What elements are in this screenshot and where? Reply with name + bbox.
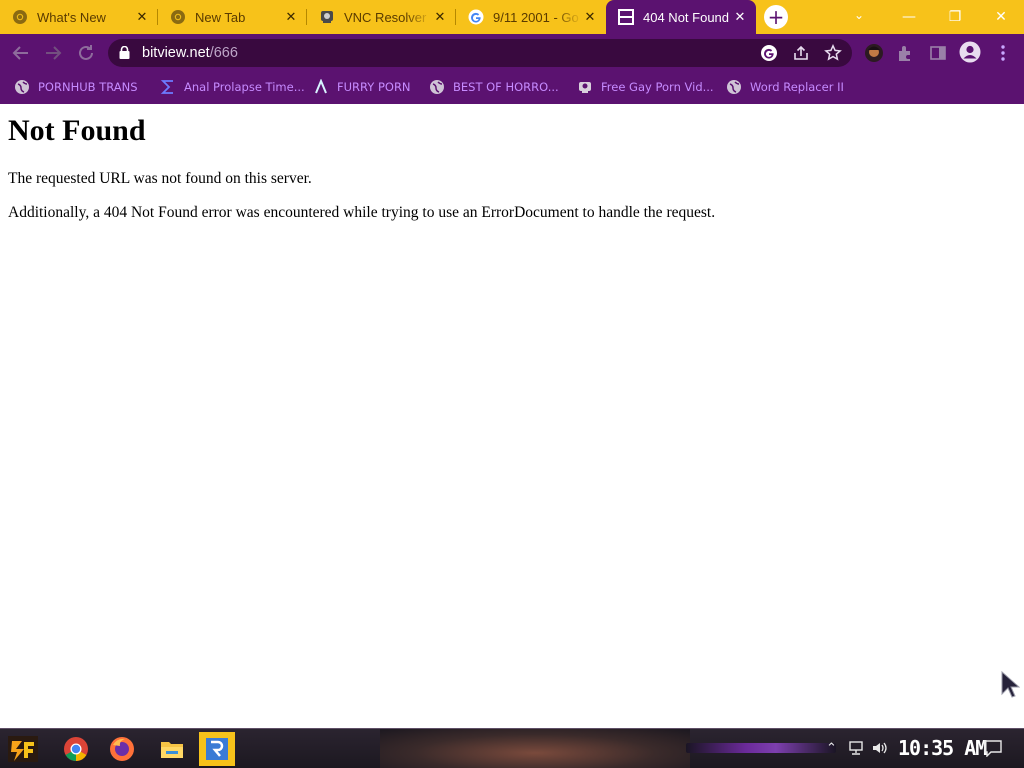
bookmark-item[interactable]: Free Gay Porn Vid... xyxy=(577,77,714,97)
taskbar-clock[interactable]: 10:35 AM xyxy=(898,736,987,760)
network-icon[interactable] xyxy=(848,740,864,756)
taskbar: ⌃ 10:35 AM xyxy=(0,728,1024,768)
bookmark-label: Anal Prolapse Time... xyxy=(184,80,305,94)
tab-whats-new[interactable]: What's New ✕ xyxy=(0,0,158,34)
mouse-cursor-icon xyxy=(1001,670,1020,698)
url-text: bitview.net/666 xyxy=(142,45,238,61)
tab-vnc-resolver[interactable]: VNC Resolver ✕ xyxy=(307,0,456,34)
bookmark-label: BEST OF HORRO... xyxy=(453,80,559,94)
bookmark-item[interactable]: FURRY PORN xyxy=(313,77,411,97)
volume-icon[interactable] xyxy=(871,740,889,756)
reload-icon xyxy=(79,45,93,60)
bookmark-item[interactable]: Anal Prolapse Time... xyxy=(160,77,305,97)
tab-404-not-found[interactable]: 404 Not Found ✕ xyxy=(606,0,756,34)
page-content: Not Found The requested URL was not foun… xyxy=(0,104,1024,728)
chrome-icon xyxy=(64,737,88,761)
lambda-icon xyxy=(315,79,327,94)
share-icon[interactable] xyxy=(792,44,810,62)
bookmark-label: FURRY PORN xyxy=(337,80,411,94)
close-icon[interactable]: ✕ xyxy=(582,9,598,25)
tab-search-button[interactable]: ⌄ xyxy=(854,8,864,22)
tab-title: New Tab xyxy=(195,9,246,25)
menu-kebab-icon[interactable] xyxy=(993,43,1013,63)
taskbar-accent-bar xyxy=(686,743,836,753)
close-icon[interactable]: ✕ xyxy=(283,9,299,25)
firefox-icon xyxy=(110,737,134,761)
globe-icon xyxy=(727,80,741,94)
tab-title: VNC Resolver xyxy=(344,9,427,25)
error-message: The requested URL was not found on this … xyxy=(8,170,312,187)
address-bar[interactable]: bitview.net/666 xyxy=(108,39,852,67)
forward-button[interactable] xyxy=(42,42,64,64)
lock-icon[interactable] xyxy=(119,46,130,59)
bookmark-star-icon[interactable] xyxy=(824,44,842,62)
taskbar-file-explorer[interactable] xyxy=(154,732,190,766)
page-title: Not Found xyxy=(8,114,146,147)
bitview-icon xyxy=(618,9,634,25)
minimize-button[interactable]: — xyxy=(886,4,932,30)
browser-toolbar: bitview.net/666 xyxy=(0,34,1024,71)
taskbar-chrome[interactable] xyxy=(58,732,94,766)
close-icon[interactable]: ✕ xyxy=(134,9,150,25)
chrome-icon xyxy=(13,10,27,24)
taskbar-rufus[interactable] xyxy=(199,732,235,766)
tab-title: 404 Not Found xyxy=(643,9,730,25)
site-icon xyxy=(579,82,591,93)
bookmark-label: PORNHUB TRANS xyxy=(38,80,138,94)
bookmark-label: Word Replacer II xyxy=(750,80,844,94)
restore-button[interactable]: ❐ xyxy=(932,4,978,30)
taskbar-wallpaper-art xyxy=(380,729,690,768)
file-explorer-icon xyxy=(161,742,183,758)
bookmark-item[interactable]: PORNHUB TRANS xyxy=(14,77,138,97)
start-button-icon[interactable] xyxy=(6,733,40,765)
url-path: /666 xyxy=(209,45,238,61)
error-detail: Additionally, a 404 Not Found error was … xyxy=(8,204,716,221)
tab-new-tab[interactable]: New Tab ✕ xyxy=(158,0,307,34)
extension-avatar-icon[interactable] xyxy=(864,43,884,63)
reload-button[interactable] xyxy=(75,42,97,64)
taskbar-firefox[interactable] xyxy=(104,732,140,766)
back-button[interactable] xyxy=(10,42,32,64)
rufus-icon xyxy=(206,738,228,760)
vnc-icon xyxy=(321,11,333,23)
tab-strip: What's New ✕ New Tab ✕ VNC Resolver ✕ 9/… xyxy=(0,0,1024,34)
forward-arrow-icon xyxy=(46,46,62,60)
notification-icon[interactable] xyxy=(984,740,1002,757)
google-lens-icon[interactable] xyxy=(760,44,778,62)
window-close-button[interactable]: ✕ xyxy=(978,4,1024,30)
tab-title: What's New xyxy=(37,9,106,25)
sigma-icon xyxy=(160,80,173,94)
chevron-up-icon[interactable]: ⌃ xyxy=(826,741,837,756)
side-panel-icon[interactable] xyxy=(928,43,948,63)
profile-avatar-icon[interactable] xyxy=(959,41,981,63)
globe-icon xyxy=(15,80,29,94)
back-arrow-icon xyxy=(12,46,28,60)
extensions-puzzle-icon[interactable] xyxy=(896,43,916,63)
bookmark-item[interactable]: Word Replacer II xyxy=(726,77,844,97)
tab-title: 9/11 2001 - Go xyxy=(493,9,579,25)
close-icon[interactable]: ✕ xyxy=(432,9,448,25)
new-tab-button[interactable]: + xyxy=(764,5,788,29)
chrome-icon xyxy=(171,10,185,24)
globe-icon xyxy=(430,80,444,94)
google-icon xyxy=(468,9,484,25)
close-icon[interactable]: ✕ xyxy=(732,9,748,25)
tab-google-search[interactable]: 9/11 2001 - Go ✕ xyxy=(456,0,606,34)
bookmark-label: Free Gay Porn Vid... xyxy=(601,80,714,94)
bookmarks-bar: PORNHUB TRANS Anal Prolapse Time... FURR… xyxy=(0,71,1024,104)
url-host: bitview.net xyxy=(142,45,210,61)
bookmark-item[interactable]: BEST OF HORRO... xyxy=(429,77,559,97)
